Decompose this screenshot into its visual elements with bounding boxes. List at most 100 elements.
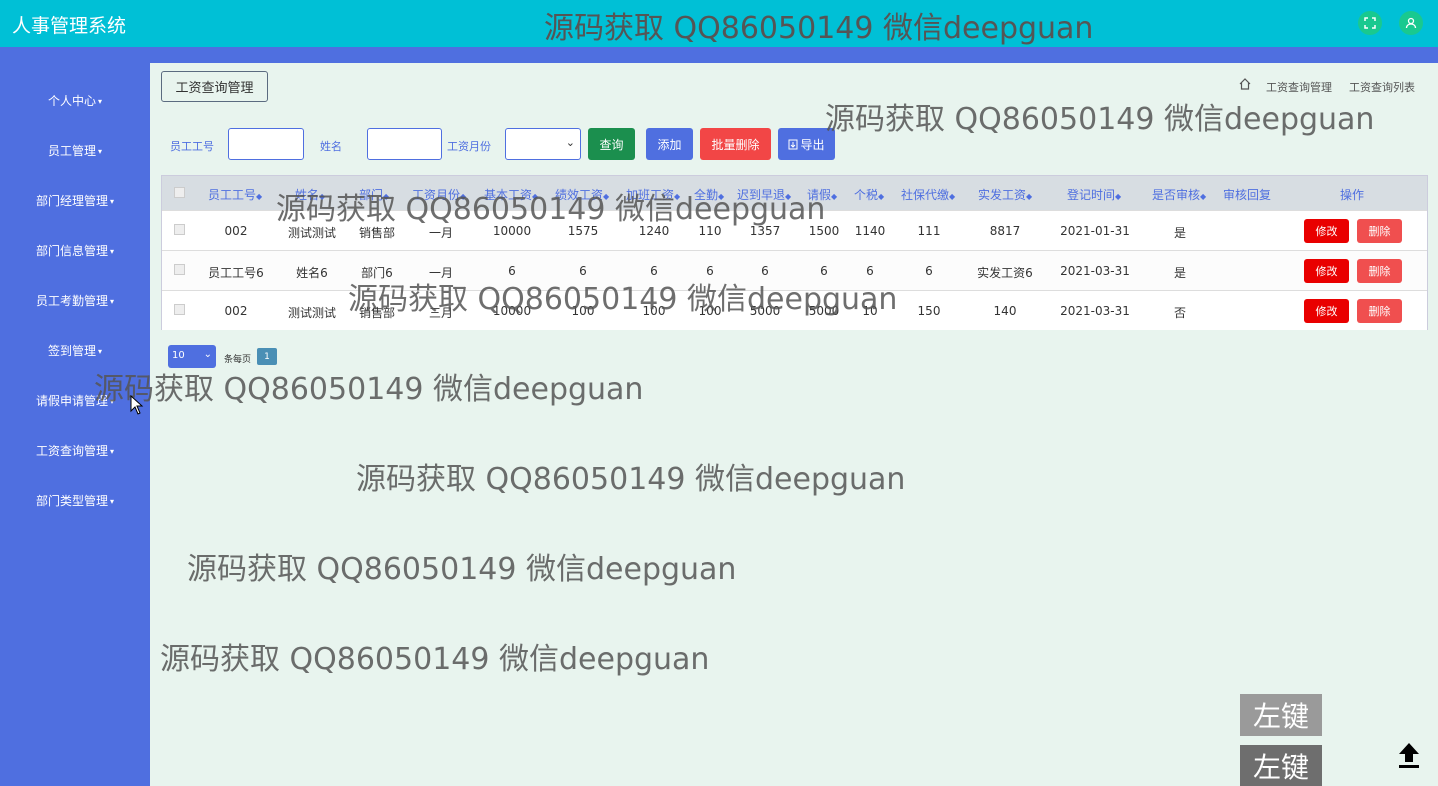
- sidebar-item-leave[interactable]: 请假申请管理 ▾: [0, 392, 150, 409]
- select-all-checkbox[interactable]: [174, 187, 185, 198]
- main-content: 工资查询管理 工资查询管理 工资查询列表 员工工号 姓名 工资月份 ⌄ 查询 添…: [150, 63, 1438, 786]
- table-cell: 三月: [428, 306, 454, 320]
- add-button[interactable]: 添加: [646, 128, 693, 160]
- column-header[interactable]: 实发工资◆: [978, 186, 1032, 203]
- caret-down-icon: ▾: [110, 497, 115, 506]
- row-checkbox[interactable]: [174, 264, 185, 275]
- column-header[interactable]: 登记时间◆: [1067, 186, 1121, 203]
- table-cell: 1240: [638, 224, 670, 238]
- column-header[interactable]: 个税◆: [854, 186, 884, 203]
- column-header[interactable]: 是否审核◆: [1152, 186, 1206, 203]
- table-cell: 10000: [492, 224, 532, 238]
- table-cell: 6: [579, 264, 587, 278]
- breadcrumb-item[interactable]: 工资查询管理: [1266, 79, 1332, 95]
- table-cell: 6: [820, 264, 828, 278]
- salary-table: 员工工号◆ 姓名◆ 部门◆ 工资月份◆ 基本工资◆ 绩效工资◆ 加班工资◆ 全勤…: [161, 175, 1428, 330]
- row-checkbox[interactable]: [174, 304, 185, 315]
- name-input[interactable]: [367, 128, 442, 160]
- delete-button[interactable]: 删除: [1357, 259, 1402, 283]
- sidebar: 个人中心 ▾ 员工管理 ▾ 部门经理管理 ▾ 部门信息管理 ▾ 员工考勤管理 ▾ 签到管理…: [0, 63, 150, 786]
- watermark-text: 源码获取 QQ86050149 微信deepguan: [544, 11, 1094, 46]
- fullscreen-icon[interactable]: [1358, 11, 1382, 35]
- table-cell: 销售部: [358, 306, 396, 320]
- column-header[interactable]: 请假◆: [807, 186, 837, 203]
- left-click-indicator: 左键: [1240, 745, 1322, 786]
- page-number[interactable]: 1: [257, 348, 277, 365]
- edit-button[interactable]: 修改: [1304, 299, 1349, 323]
- column-header[interactable]: 姓名◆: [295, 186, 325, 203]
- column-header[interactable]: 迟到早退◆: [737, 186, 791, 203]
- per-page-label: 条每页: [224, 355, 252, 365]
- edit-button[interactable]: 修改: [1304, 259, 1349, 283]
- column-header[interactable]: 员工工号◆: [208, 186, 262, 203]
- column-header: 操作: [1340, 188, 1365, 202]
- top-strip: [0, 47, 1438, 63]
- table-cell: 一月: [428, 266, 454, 280]
- sidebar-item-attendance[interactable]: 员工考勤管理 ▾: [0, 292, 150, 309]
- table-cell: 1500: [808, 224, 840, 238]
- table-cell: 2021-01-31: [1060, 224, 1130, 238]
- table-cell: 1140: [854, 224, 886, 238]
- month-select[interactable]: ⌄: [505, 128, 581, 160]
- home-icon[interactable]: [1238, 77, 1252, 91]
- name-label: 姓名: [320, 140, 342, 153]
- table-cell: 6: [650, 264, 658, 278]
- column-header[interactable]: 部门◆: [359, 186, 389, 203]
- column-header[interactable]: 绩效工资◆: [555, 186, 609, 203]
- edit-button[interactable]: 修改: [1304, 219, 1349, 243]
- user-icon[interactable]: [1399, 11, 1423, 35]
- table-cell: 6: [706, 264, 714, 278]
- table-cell: 部门6: [361, 266, 393, 280]
- column-header[interactable]: 加班工资◆: [626, 186, 680, 203]
- caret-down-icon: ▾: [110, 247, 115, 256]
- back-to-top-icon[interactable]: [1394, 740, 1424, 770]
- table-cell: 6: [866, 264, 874, 278]
- table-cell: 1575: [567, 224, 599, 238]
- caret-down-icon: ▾: [110, 297, 115, 306]
- sidebar-item-dept-type[interactable]: 部门类型管理 ▾: [0, 492, 150, 509]
- table-cell: 002: [224, 224, 248, 238]
- table-row: 002 测试测试 销售部 一月 10000 1575 1240 110 1357 1500 1140…: [162, 210, 1427, 250]
- column-header[interactable]: 工资月份◆: [412, 186, 466, 203]
- caret-down-icon: ▾: [110, 397, 115, 406]
- export-button[interactable]: 导出: [778, 128, 835, 160]
- caret-down-icon: ▾: [98, 97, 103, 106]
- sidebar-item-signin[interactable]: 签到管理 ▾: [0, 342, 150, 359]
- table-cell: 10: [862, 304, 878, 318]
- table-cell: 实发工资6: [977, 266, 1033, 280]
- delete-button[interactable]: 删除: [1357, 219, 1402, 243]
- delete-button[interactable]: 删除: [1357, 299, 1402, 323]
- column-header[interactable]: 基本工资◆: [484, 186, 538, 203]
- table-cell: 5000: [749, 304, 781, 318]
- table-cell: 一月: [428, 226, 454, 240]
- table-cell: 6: [925, 264, 933, 278]
- table-cell: 2021-03-31: [1060, 304, 1130, 318]
- sidebar-item-personal-center[interactable]: 个人中心 ▾: [0, 92, 150, 109]
- employee-no-input[interactable]: [228, 128, 304, 160]
- table-cell: 10000: [492, 304, 532, 318]
- export-icon: [788, 139, 798, 149]
- table-cell: 姓名6: [296, 266, 328, 280]
- sidebar-item-dept-manager[interactable]: 部门经理管理 ▾: [0, 192, 150, 209]
- left-click-indicator: 左键: [1240, 694, 1322, 736]
- app-title: 人事管理系统: [12, 15, 127, 37]
- month-label: 工资月份: [447, 140, 491, 153]
- search-button[interactable]: 查询: [588, 128, 635, 160]
- row-checkbox[interactable]: [174, 224, 185, 235]
- column-header[interactable]: 社保代缴◆: [901, 186, 955, 203]
- column-header[interactable]: 全勤◆: [694, 186, 724, 203]
- batch-delete-button[interactable]: 批量删除: [700, 128, 771, 160]
- top-bar: 人事管理系统 源码获取 QQ86050149 微信deepguan: [0, 0, 1438, 47]
- sidebar-item-dept-info[interactable]: 部门信息管理 ▾: [0, 242, 150, 259]
- sidebar-item-employee[interactable]: 员工管理 ▾: [0, 142, 150, 159]
- table-cell: 110: [698, 224, 722, 238]
- caret-down-icon: ▾: [110, 447, 115, 456]
- table-cell: 100: [571, 304, 595, 318]
- caret-down-icon: ▾: [110, 197, 115, 206]
- table-row: 员工工号6 姓名6 部门6 一月 6 6 6 6 6 6 6 6 实发工资6 2021-03-31 是 修改删…: [162, 250, 1427, 290]
- breadcrumb-item: 工资查询列表: [1349, 81, 1415, 94]
- table-cell: 测试测试: [287, 226, 337, 240]
- page-size-select[interactable]: 10 ⌄: [168, 345, 216, 368]
- sidebar-item-salary[interactable]: 工资查询管理 ▾: [0, 442, 150, 459]
- page-tag[interactable]: 工资查询管理: [161, 71, 268, 102]
